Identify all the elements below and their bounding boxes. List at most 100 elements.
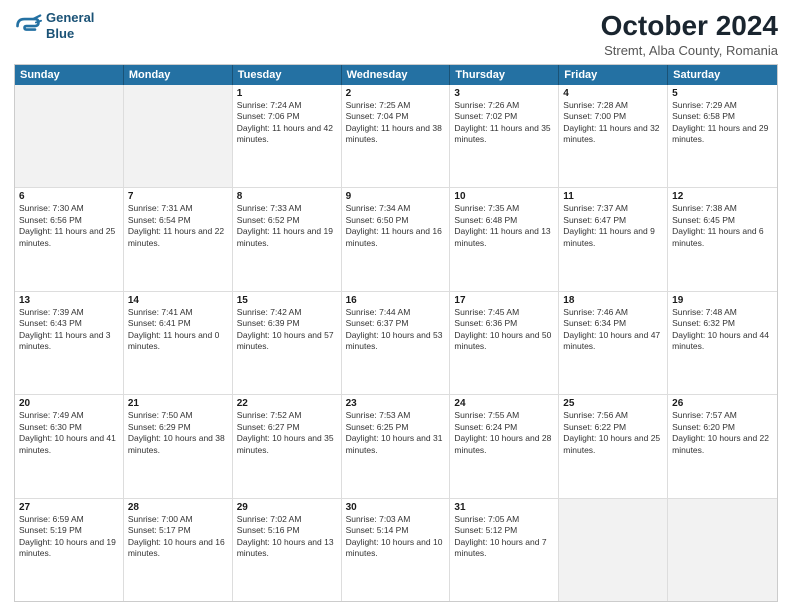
- logo-text: General Blue: [46, 10, 94, 41]
- cell-text: Sunrise: 7:05 AM Sunset: 5:12 PM Dayligh…: [454, 514, 554, 560]
- calendar-cell: 30Sunrise: 7:03 AM Sunset: 5:14 PM Dayli…: [342, 499, 451, 601]
- calendar-cell: 16Sunrise: 7:44 AM Sunset: 6:37 PM Dayli…: [342, 292, 451, 394]
- day-number: 7: [128, 191, 228, 202]
- cell-text: Sunrise: 7:52 AM Sunset: 6:27 PM Dayligh…: [237, 410, 337, 456]
- calendar-cell: 23Sunrise: 7:53 AM Sunset: 6:25 PM Dayli…: [342, 395, 451, 497]
- cell-text: Sunrise: 7:30 AM Sunset: 6:56 PM Dayligh…: [19, 203, 119, 249]
- cell-text: Sunrise: 7:46 AM Sunset: 6:34 PM Dayligh…: [563, 307, 663, 353]
- calendar-header-cell: Saturday: [668, 65, 777, 85]
- day-number: 8: [237, 191, 337, 202]
- calendar-cell: 15Sunrise: 7:42 AM Sunset: 6:39 PM Dayli…: [233, 292, 342, 394]
- day-number: 5: [672, 88, 773, 99]
- calendar-body: 1Sunrise: 7:24 AM Sunset: 7:06 PM Daylig…: [15, 85, 777, 601]
- day-number: 15: [237, 295, 337, 306]
- calendar-cell: 22Sunrise: 7:52 AM Sunset: 6:27 PM Dayli…: [233, 395, 342, 497]
- calendar-cell: 25Sunrise: 7:56 AM Sunset: 6:22 PM Dayli…: [559, 395, 668, 497]
- cell-text: Sunrise: 7:41 AM Sunset: 6:41 PM Dayligh…: [128, 307, 228, 353]
- calendar-header-cell: Tuesday: [233, 65, 342, 85]
- calendar-cell: 3Sunrise: 7:26 AM Sunset: 7:02 PM Daylig…: [450, 85, 559, 187]
- day-number: 27: [19, 502, 119, 513]
- day-number: 31: [454, 502, 554, 513]
- cell-text: Sunrise: 7:57 AM Sunset: 6:20 PM Dayligh…: [672, 410, 773, 456]
- day-number: 10: [454, 191, 554, 202]
- cell-text: Sunrise: 7:34 AM Sunset: 6:50 PM Dayligh…: [346, 203, 446, 249]
- cell-text: Sunrise: 7:53 AM Sunset: 6:25 PM Dayligh…: [346, 410, 446, 456]
- calendar-cell: 27Sunrise: 6:59 AM Sunset: 5:19 PM Dayli…: [15, 499, 124, 601]
- cell-text: Sunrise: 7:45 AM Sunset: 6:36 PM Dayligh…: [454, 307, 554, 353]
- logo-icon: [14, 12, 42, 40]
- cell-text: Sunrise: 7:28 AM Sunset: 7:00 PM Dayligh…: [563, 100, 663, 146]
- cell-text: Sunrise: 7:56 AM Sunset: 6:22 PM Dayligh…: [563, 410, 663, 456]
- day-number: 25: [563, 398, 663, 409]
- cell-text: Sunrise: 7:42 AM Sunset: 6:39 PM Dayligh…: [237, 307, 337, 353]
- cell-text: Sunrise: 7:24 AM Sunset: 7:06 PM Dayligh…: [237, 100, 337, 146]
- calendar-header-cell: Thursday: [450, 65, 559, 85]
- calendar-row: 6Sunrise: 7:30 AM Sunset: 6:56 PM Daylig…: [15, 188, 777, 291]
- logo-line2: Blue: [46, 26, 94, 42]
- calendar: SundayMondayTuesdayWednesdayThursdayFrid…: [14, 64, 778, 602]
- calendar-header-row: SundayMondayTuesdayWednesdayThursdayFrid…: [15, 65, 777, 85]
- day-number: 28: [128, 502, 228, 513]
- calendar-row: 13Sunrise: 7:39 AM Sunset: 6:43 PM Dayli…: [15, 292, 777, 395]
- calendar-cell: [668, 499, 777, 601]
- calendar-cell: 4Sunrise: 7:28 AM Sunset: 7:00 PM Daylig…: [559, 85, 668, 187]
- subtitle: Stremt, Alba County, Romania: [601, 43, 778, 58]
- cell-text: Sunrise: 7:49 AM Sunset: 6:30 PM Dayligh…: [19, 410, 119, 456]
- day-number: 18: [563, 295, 663, 306]
- calendar-cell: 14Sunrise: 7:41 AM Sunset: 6:41 PM Dayli…: [124, 292, 233, 394]
- calendar-cell: 31Sunrise: 7:05 AM Sunset: 5:12 PM Dayli…: [450, 499, 559, 601]
- calendar-cell: 21Sunrise: 7:50 AM Sunset: 6:29 PM Dayli…: [124, 395, 233, 497]
- calendar-cell: 24Sunrise: 7:55 AM Sunset: 6:24 PM Dayli…: [450, 395, 559, 497]
- day-number: 6: [19, 191, 119, 202]
- day-number: 13: [19, 295, 119, 306]
- day-number: 16: [346, 295, 446, 306]
- calendar-cell: 5Sunrise: 7:29 AM Sunset: 6:58 PM Daylig…: [668, 85, 777, 187]
- cell-text: Sunrise: 7:31 AM Sunset: 6:54 PM Dayligh…: [128, 203, 228, 249]
- cell-text: Sunrise: 7:44 AM Sunset: 6:37 PM Dayligh…: [346, 307, 446, 353]
- day-number: 2: [346, 88, 446, 99]
- day-number: 21: [128, 398, 228, 409]
- calendar-cell: 12Sunrise: 7:38 AM Sunset: 6:45 PM Dayli…: [668, 188, 777, 290]
- cell-text: Sunrise: 7:37 AM Sunset: 6:47 PM Dayligh…: [563, 203, 663, 249]
- calendar-cell: 18Sunrise: 7:46 AM Sunset: 6:34 PM Dayli…: [559, 292, 668, 394]
- day-number: 24: [454, 398, 554, 409]
- cell-text: Sunrise: 7:26 AM Sunset: 7:02 PM Dayligh…: [454, 100, 554, 146]
- calendar-cell: 9Sunrise: 7:34 AM Sunset: 6:50 PM Daylig…: [342, 188, 451, 290]
- day-number: 12: [672, 191, 773, 202]
- calendar-cell: [559, 499, 668, 601]
- day-number: 20: [19, 398, 119, 409]
- calendar-header-cell: Friday: [559, 65, 668, 85]
- day-number: 19: [672, 295, 773, 306]
- day-number: 22: [237, 398, 337, 409]
- calendar-cell: 19Sunrise: 7:48 AM Sunset: 6:32 PM Dayli…: [668, 292, 777, 394]
- calendar-cell: 8Sunrise: 7:33 AM Sunset: 6:52 PM Daylig…: [233, 188, 342, 290]
- day-number: 1: [237, 88, 337, 99]
- cell-text: Sunrise: 7:25 AM Sunset: 7:04 PM Dayligh…: [346, 100, 446, 146]
- calendar-header-cell: Monday: [124, 65, 233, 85]
- calendar-cell: 26Sunrise: 7:57 AM Sunset: 6:20 PM Dayli…: [668, 395, 777, 497]
- calendar-row: 27Sunrise: 6:59 AM Sunset: 5:19 PM Dayli…: [15, 499, 777, 601]
- logo: General Blue: [14, 10, 94, 41]
- day-number: 26: [672, 398, 773, 409]
- day-number: 9: [346, 191, 446, 202]
- cell-text: Sunrise: 7:39 AM Sunset: 6:43 PM Dayligh…: [19, 307, 119, 353]
- day-number: 4: [563, 88, 663, 99]
- header: General Blue October 2024 Stremt, Alba C…: [14, 10, 778, 58]
- calendar-cell: 28Sunrise: 7:00 AM Sunset: 5:17 PM Dayli…: [124, 499, 233, 601]
- month-title: October 2024: [601, 10, 778, 42]
- calendar-cell: [124, 85, 233, 187]
- calendar-cell: [15, 85, 124, 187]
- calendar-cell: 29Sunrise: 7:02 AM Sunset: 5:16 PM Dayli…: [233, 499, 342, 601]
- cell-text: Sunrise: 7:50 AM Sunset: 6:29 PM Dayligh…: [128, 410, 228, 456]
- cell-text: Sunrise: 7:29 AM Sunset: 6:58 PM Dayligh…: [672, 100, 773, 146]
- calendar-cell: 7Sunrise: 7:31 AM Sunset: 6:54 PM Daylig…: [124, 188, 233, 290]
- day-number: 30: [346, 502, 446, 513]
- logo-line1: General: [46, 10, 94, 26]
- title-block: October 2024 Stremt, Alba County, Romani…: [601, 10, 778, 58]
- day-number: 29: [237, 502, 337, 513]
- calendar-cell: 1Sunrise: 7:24 AM Sunset: 7:06 PM Daylig…: [233, 85, 342, 187]
- calendar-cell: 17Sunrise: 7:45 AM Sunset: 6:36 PM Dayli…: [450, 292, 559, 394]
- cell-text: Sunrise: 7:48 AM Sunset: 6:32 PM Dayligh…: [672, 307, 773, 353]
- cell-text: Sunrise: 7:35 AM Sunset: 6:48 PM Dayligh…: [454, 203, 554, 249]
- cell-text: Sunrise: 7:00 AM Sunset: 5:17 PM Dayligh…: [128, 514, 228, 560]
